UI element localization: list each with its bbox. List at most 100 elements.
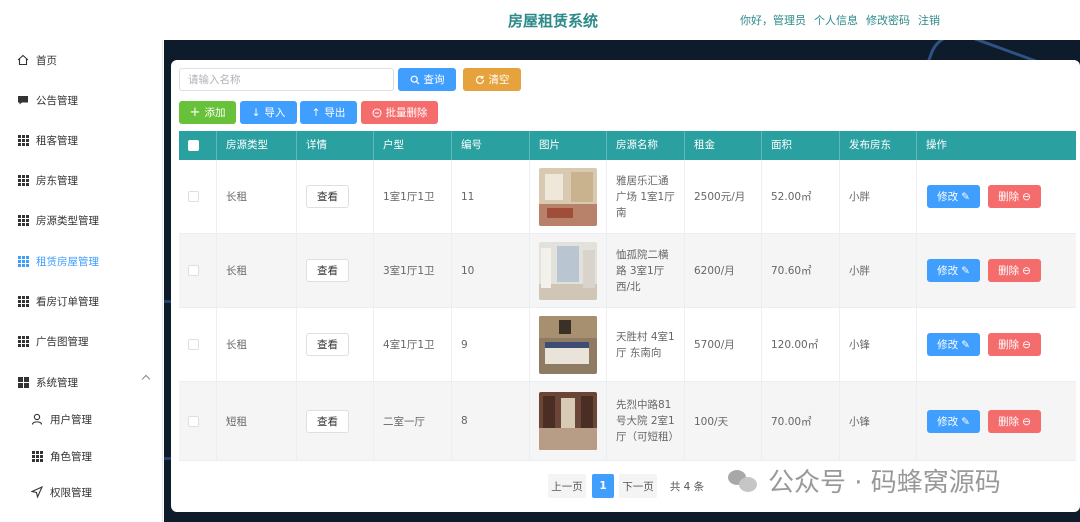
- layout-cell: 二室一厅: [374, 382, 452, 460]
- view-detail-button[interactable]: 查看: [306, 409, 349, 433]
- rent-cell: 6200/月: [685, 234, 762, 307]
- sidebar-item-label: 系统管理: [36, 376, 78, 389]
- minus-circle-icon: ⊖: [1022, 190, 1031, 203]
- select-all-checkbox[interactable]: [188, 140, 199, 151]
- delete-button[interactable]: 删除 ⊖: [988, 333, 1041, 356]
- sidebar-item-landlords[interactable]: 房东管理: [0, 169, 163, 191]
- batch-delete-label: 批量删除: [385, 107, 428, 119]
- sidebar-item-permissions[interactable]: 权限管理: [0, 481, 163, 503]
- view-detail-button[interactable]: 查看: [306, 333, 349, 356]
- row-checkbox[interactable]: [188, 265, 199, 276]
- name-cell: 雅居乐汇通广场 1室1厅南: [607, 160, 685, 233]
- id-cell: 10: [452, 234, 530, 307]
- sidebar-item-label: 租赁房屋管理: [36, 255, 99, 268]
- sidebar-item-banners[interactable]: 广告图管理: [0, 330, 163, 352]
- row-select-cell: [179, 382, 217, 460]
- area-cell: 70.00㎡: [762, 382, 840, 460]
- next-page-button[interactable]: 下一页: [619, 474, 657, 498]
- view-detail-button[interactable]: 查看: [306, 185, 349, 208]
- actions-cell: 修改 ✎ 删除 ⊖: [917, 308, 1076, 381]
- col-header-landlord: 发布房东: [840, 131, 917, 160]
- sidebar-item-label: 广告图管理: [36, 335, 89, 348]
- table-row: 短租 查看 二室一厅 8 先烈中路81号大院 2室1厅（可短租） 100/天 7…: [179, 382, 1076, 461]
- sidebar-item-label: 用户管理: [50, 413, 92, 426]
- reset-label: 清空: [488, 74, 510, 86]
- sidebar-item-viewing-orders[interactable]: 看房订单管理: [0, 290, 163, 312]
- page-1-button[interactable]: 1: [592, 474, 614, 498]
- grid-icon: [16, 133, 30, 147]
- landlord-cell: 小胖: [840, 234, 917, 307]
- sidebar-item-rental-houses[interactable]: 租赁房屋管理: [0, 250, 163, 272]
- delete-button[interactable]: 删除 ⊖: [988, 410, 1041, 433]
- app-title: 房屋租赁系统: [508, 12, 599, 30]
- table-row: 长租 查看 1室1厅1卫 11 雅居乐汇通广场 1室1厅南 2500元/月 52…: [179, 160, 1076, 234]
- total-count: 共 4 条: [669, 480, 705, 493]
- view-detail-button[interactable]: 查看: [306, 259, 349, 282]
- edit-label: 修改: [937, 265, 959, 277]
- row-checkbox[interactable]: [188, 191, 199, 202]
- sidebar-item-label: 房东管理: [36, 174, 78, 187]
- row-checkbox[interactable]: [188, 415, 199, 427]
- reset-button[interactable]: 清空: [463, 68, 521, 91]
- house-thumbnail[interactable]: [539, 241, 597, 300]
- house-thumbnail[interactable]: [539, 392, 597, 450]
- col-header-id: 编号: [452, 131, 530, 160]
- chevron-up-icon: [141, 374, 151, 384]
- sidebar-item-label: 房源类型管理: [36, 214, 99, 227]
- type-cell: 长租: [217, 234, 297, 307]
- actions-cell: 修改 ✎ 删除 ⊖: [917, 160, 1076, 233]
- rent-cell: 5700/月: [685, 308, 762, 381]
- edit-button[interactable]: 修改 ✎: [927, 185, 980, 208]
- sidebar-item-label: 权限管理: [50, 486, 92, 499]
- logout-link[interactable]: 注销: [918, 12, 940, 28]
- col-header-rent: 租金: [685, 131, 762, 160]
- message-icon: [16, 93, 30, 107]
- actions-cell: 修改 ✎ 删除 ⊖: [917, 382, 1076, 460]
- add-label: 添加: [204, 107, 226, 119]
- sidebar-item-users[interactable]: 用户管理: [0, 408, 163, 430]
- edit-button[interactable]: 修改 ✎: [927, 333, 980, 356]
- sidebar-item-notices[interactable]: 公告管理: [0, 89, 163, 111]
- select-all-cell: [179, 131, 217, 160]
- batch-delete-button[interactable]: 批量删除: [361, 101, 438, 124]
- layout-cell: 1室1厅1卫: [374, 160, 452, 233]
- search-input[interactable]: [179, 68, 394, 91]
- header-links: 你好，管理员 个人信息 修改密码 注销: [740, 12, 940, 28]
- change-password-link[interactable]: 修改密码: [866, 12, 910, 28]
- edit-button[interactable]: 修改 ✎: [927, 410, 980, 433]
- export-button[interactable]: ↑ 导出: [300, 101, 357, 124]
- sidebar-item-label: 角色管理: [50, 450, 92, 463]
- row-checkbox[interactable]: [188, 339, 199, 350]
- greeting-text: 你好，管理员: [740, 14, 806, 27]
- prev-page-button[interactable]: 上一页: [548, 474, 586, 498]
- query-button[interactable]: 查询: [398, 68, 456, 91]
- col-header-detail: 详情: [297, 131, 374, 160]
- profile-link[interactable]: 个人信息: [814, 12, 858, 28]
- house-thumbnail[interactable]: [539, 315, 597, 374]
- name-cell: 先烈中路81号大院 2室1厅（可短租）: [607, 382, 685, 460]
- export-label: 导出: [324, 107, 346, 119]
- send-icon: [30, 485, 44, 499]
- sidebar-item-roles[interactable]: 角色管理: [0, 445, 163, 467]
- sidebar-item-label: 看房订单管理: [36, 295, 99, 308]
- plus-icon: +: [189, 105, 201, 120]
- sidebar-item-home[interactable]: 首页: [0, 49, 163, 71]
- edit-icon: ✎: [961, 338, 970, 351]
- id-cell: 9: [452, 308, 530, 381]
- minus-circle-icon: ⊖: [1022, 415, 1031, 428]
- row-select-cell: [179, 234, 217, 307]
- name-cell: 天胜村 4室1厅 东南向: [607, 308, 685, 381]
- delete-label: 删除: [998, 416, 1020, 428]
- house-thumbnail[interactable]: [539, 167, 597, 226]
- detail-cell: 查看: [297, 308, 374, 381]
- delete-button[interactable]: 删除 ⊖: [988, 185, 1041, 208]
- grid-icon: [30, 449, 44, 463]
- sidebar-item-house-types[interactable]: 房源类型管理: [0, 209, 163, 231]
- import-button[interactable]: ↓ 导入: [240, 101, 297, 124]
- delete-label: 删除: [998, 191, 1020, 203]
- edit-button[interactable]: 修改 ✎: [927, 259, 980, 282]
- sidebar-item-tenants[interactable]: 租客管理: [0, 129, 163, 151]
- add-button[interactable]: + 添加: [179, 101, 236, 124]
- sidebar-item-system[interactable]: 系统管理: [0, 371, 163, 393]
- delete-button[interactable]: 删除 ⊖: [988, 259, 1041, 282]
